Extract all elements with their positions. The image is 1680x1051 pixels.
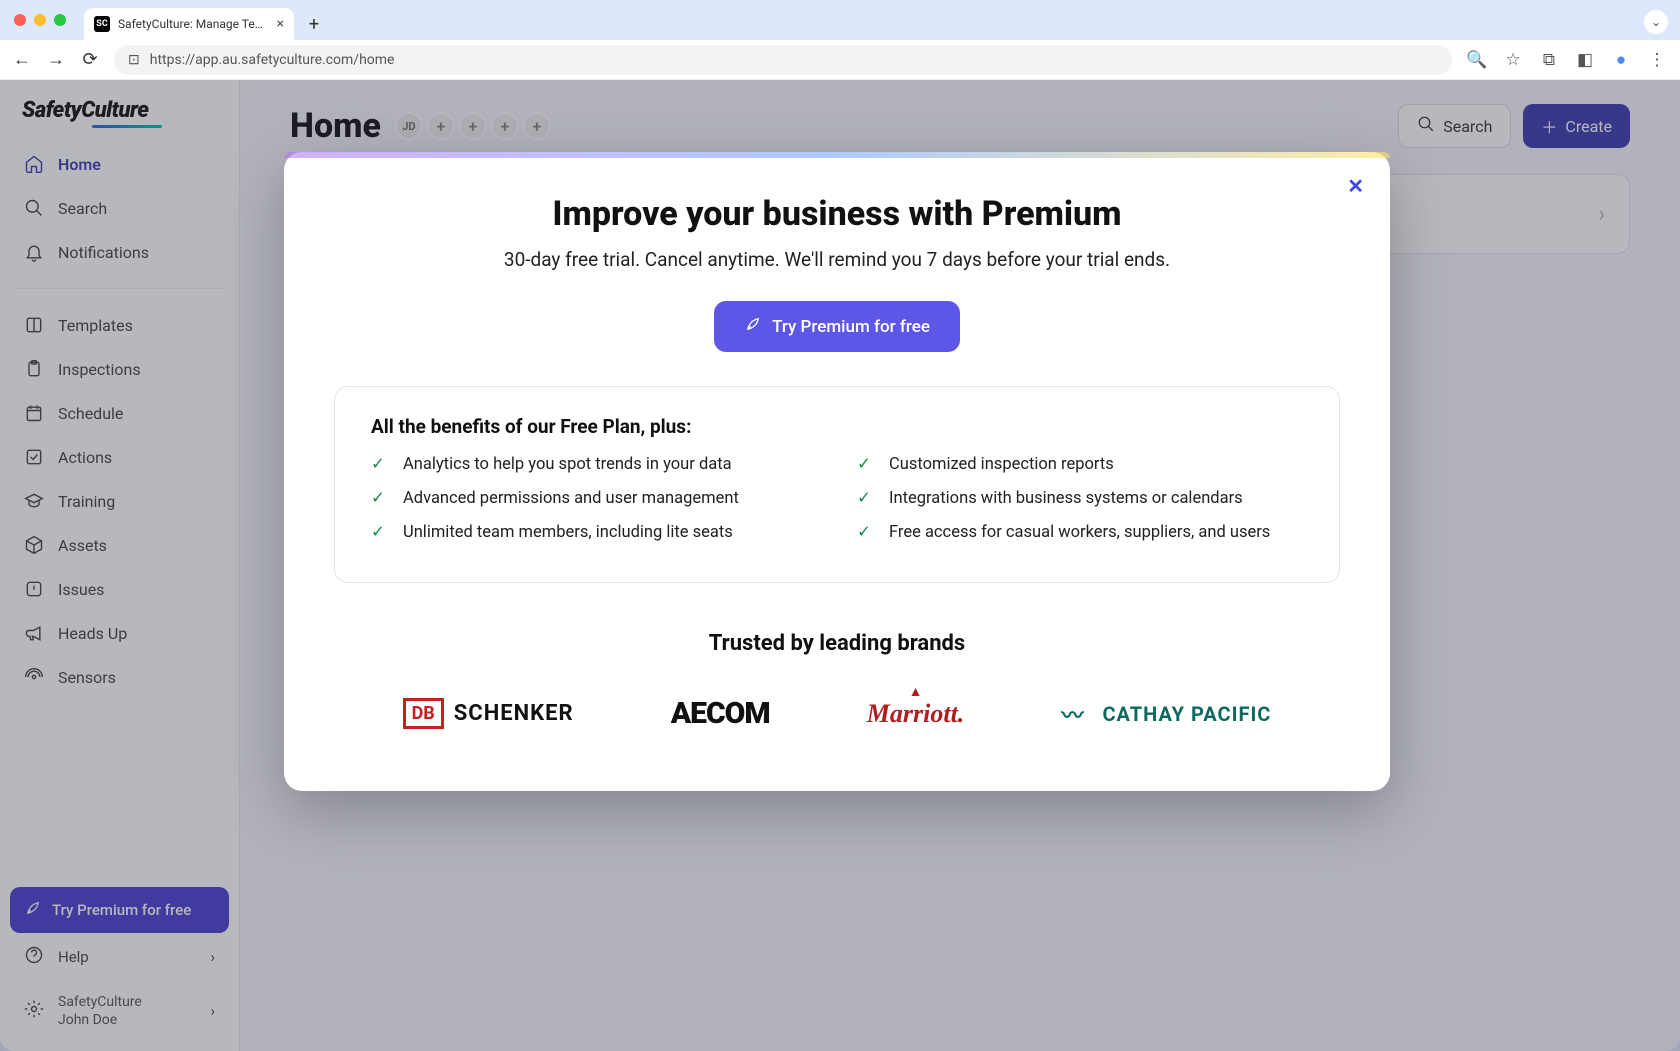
brand-cathay: CATHAY PACIFIC [1061, 698, 1271, 730]
benefit-item: ✓ Advanced permissions and user managemen… [371, 488, 817, 508]
benefits-grid: ✓ Analytics to help you spot trends in yo… [371, 454, 1303, 542]
benefit-item: ✓ Customized inspection reports [857, 454, 1303, 474]
new-tab-button[interactable]: + [300, 10, 328, 38]
maximize-window-icon[interactable] [54, 14, 66, 26]
db-logo-text: SCHENKER [454, 701, 574, 726]
check-icon: ✓ [857, 522, 875, 542]
benefit-item: ✓ Analytics to help you spot trends in yo… [371, 454, 817, 474]
benefit-item: ✓ Unlimited team members, including lite … [371, 522, 817, 542]
try-premium-cta[interactable]: Try Premium for free [714, 301, 960, 352]
benefit-text: Analytics to help you spot trends in you… [403, 455, 732, 474]
trusted-heading: Trusted by leading brands [334, 631, 1340, 656]
close-tab-icon[interactable]: × [277, 16, 284, 32]
reload-icon[interactable]: ⟳ [80, 49, 100, 70]
tab-title: SafetyCulture: Manage Teams and... [118, 17, 269, 31]
benefit-text: Customized inspection reports [889, 455, 1114, 474]
check-icon: ✓ [857, 454, 875, 474]
site-info-icon[interactable]: ⊡ [128, 52, 140, 68]
close-icon[interactable]: ✕ [1347, 174, 1364, 198]
benefits-box: All the benefits of our Free Plan, plus:… [334, 386, 1340, 583]
cta-label: Try Premium for free [772, 317, 930, 337]
back-icon[interactable]: ← [12, 49, 32, 70]
premium-modal: ✕ Improve your business with Premium 30-… [284, 152, 1390, 791]
menu-icon[interactable]: ⋮ [1646, 50, 1668, 70]
modal-subtitle: 30-day free trial. Cancel anytime. We'll… [334, 248, 1340, 271]
benefit-text: Integrations with business systems or ca… [889, 489, 1243, 508]
check-icon: ✓ [371, 522, 389, 542]
benefit-text: Unlimited team members, including lite s… [403, 523, 733, 542]
close-window-icon[interactable] [14, 14, 26, 26]
benefit-item: ✓ Integrations with business systems or c… [857, 488, 1303, 508]
benefit-text: Advanced permissions and user management [403, 489, 739, 508]
browser-window: SC SafetyCulture: Manage Teams and... × … [0, 0, 1680, 1051]
sidepanel-icon[interactable]: ◧ [1574, 50, 1596, 70]
profile-icon[interactable]: ● [1610, 50, 1632, 70]
benefit-item: ✓ Free access for casual workers, supplie… [857, 522, 1303, 542]
brand-db-schenker: DB SCHENKER [403, 698, 574, 729]
browser-addressbar: ← → ⟳ ⊡ https://app.au.safetyculture.com… [0, 40, 1680, 80]
check-icon: ✓ [371, 454, 389, 474]
browser-tabbar: SC SafetyCulture: Manage Teams and... × … [0, 0, 1680, 40]
browser-tab[interactable]: SC SafetyCulture: Manage Teams and... × [84, 8, 294, 40]
url-input[interactable]: ⊡ https://app.au.safetyculture.com/home [114, 45, 1452, 75]
check-icon: ✓ [857, 488, 875, 508]
rocket-icon [744, 315, 762, 338]
url-text: https://app.au.safetyculture.com/home [150, 52, 395, 68]
extensions-icon[interactable]: ⧉ [1538, 50, 1560, 70]
brand-marriott: Marriott. [867, 699, 965, 729]
minimize-window-icon[interactable] [34, 14, 46, 26]
tabs-overflow-icon[interactable]: ⌄ [1644, 10, 1668, 34]
db-logo-box: DB [403, 698, 444, 729]
bookmark-icon[interactable]: ☆ [1502, 50, 1524, 70]
benefit-text: Free access for casual workers, supplier… [889, 523, 1270, 542]
tab-favicon: SC [94, 16, 110, 32]
brand-aecom: AECOM [671, 696, 770, 731]
modal-title: Improve your business with Premium [334, 194, 1340, 234]
window-controls [14, 0, 78, 40]
forward-icon[interactable]: → [46, 49, 66, 70]
check-icon: ✓ [371, 488, 389, 508]
brand-logos: DB SCHENKER AECOM Marriott. CATHAY PACIF… [334, 696, 1340, 731]
benefits-heading: All the benefits of our Free Plan, plus: [371, 415, 1303, 438]
zoom-icon[interactable]: 🔍 [1466, 50, 1488, 70]
